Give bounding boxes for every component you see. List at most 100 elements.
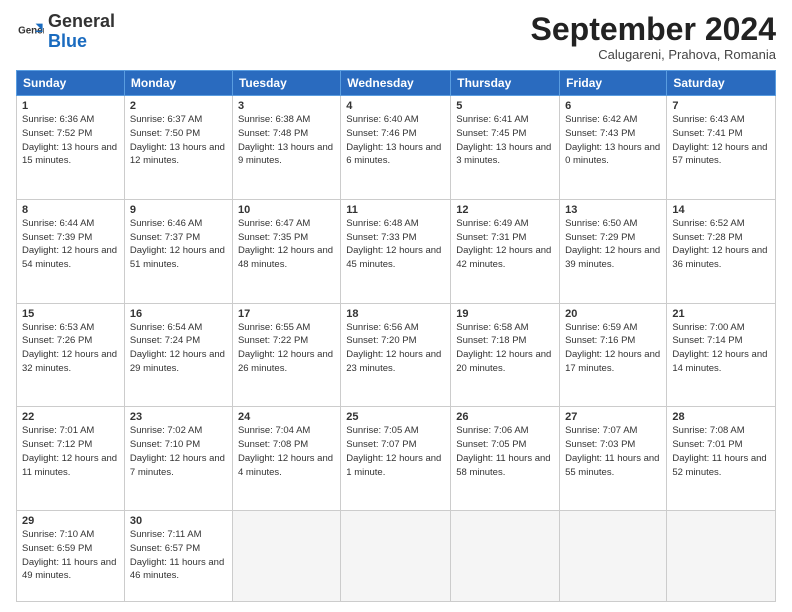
daylight-text: Daylight: 12 hours and 1 minute. (346, 452, 445, 480)
sunrise-text: Sunrise: 6:56 AM (346, 321, 445, 335)
day-info: Sunrise: 7:01 AMSunset: 7:12 PMDaylight:… (22, 424, 119, 479)
day-number: 16 (130, 308, 227, 320)
day-number: 4 (346, 100, 445, 112)
day-number: 9 (130, 204, 227, 216)
sunrise-text: Sunrise: 6:55 AM (238, 321, 335, 335)
day-info: Sunrise: 6:54 AMSunset: 7:24 PMDaylight:… (130, 321, 227, 376)
day-number: 14 (672, 204, 770, 216)
calendar-cell: 13Sunrise: 6:50 AMSunset: 7:29 PMDayligh… (560, 199, 667, 303)
weekday-sunday: Sunday (17, 71, 125, 96)
day-info: Sunrise: 7:11 AMSunset: 6:57 PMDaylight:… (130, 528, 227, 583)
day-number: 10 (238, 204, 335, 216)
calendar-cell: 27Sunrise: 7:07 AMSunset: 7:03 PMDayligh… (560, 407, 667, 511)
day-number: 15 (22, 308, 119, 320)
calendar-cell: 20Sunrise: 6:59 AMSunset: 7:16 PMDayligh… (560, 303, 667, 407)
calendar-cell: 1Sunrise: 6:36 AMSunset: 7:52 PMDaylight… (17, 96, 125, 200)
day-number: 21 (672, 308, 770, 320)
day-number: 29 (22, 515, 119, 527)
day-info: Sunrise: 6:46 AMSunset: 7:37 PMDaylight:… (130, 217, 227, 272)
day-number: 26 (456, 411, 554, 423)
calendar-cell: 14Sunrise: 6:52 AMSunset: 7:28 PMDayligh… (667, 199, 776, 303)
sunset-text: Sunset: 7:01 PM (672, 438, 770, 452)
day-info: Sunrise: 6:58 AMSunset: 7:18 PMDaylight:… (456, 321, 554, 376)
day-info: Sunrise: 6:40 AMSunset: 7:46 PMDaylight:… (346, 113, 445, 168)
day-number: 22 (22, 411, 119, 423)
sunset-text: Sunset: 7:03 PM (565, 438, 661, 452)
day-number: 28 (672, 411, 770, 423)
sunrise-text: Sunrise: 6:46 AM (130, 217, 227, 231)
day-number: 20 (565, 308, 661, 320)
sunrise-text: Sunrise: 6:53 AM (22, 321, 119, 335)
calendar-cell: 6Sunrise: 6:42 AMSunset: 7:43 PMDaylight… (560, 96, 667, 200)
daylight-text: Daylight: 12 hours and 11 minutes. (22, 452, 119, 480)
daylight-text: Daylight: 12 hours and 17 minutes. (565, 348, 661, 376)
week-row-1: 1Sunrise: 6:36 AMSunset: 7:52 PMDaylight… (17, 96, 776, 200)
daylight-text: Daylight: 12 hours and 45 minutes. (346, 244, 445, 272)
sunset-text: Sunset: 7:20 PM (346, 334, 445, 348)
calendar-table: SundayMondayTuesdayWednesdayThursdayFrid… (16, 70, 776, 602)
calendar-cell: 18Sunrise: 6:56 AMSunset: 7:20 PMDayligh… (341, 303, 451, 407)
sunrise-text: Sunrise: 6:42 AM (565, 113, 661, 127)
day-info: Sunrise: 7:07 AMSunset: 7:03 PMDaylight:… (565, 424, 661, 479)
day-info: Sunrise: 7:10 AMSunset: 6:59 PMDaylight:… (22, 528, 119, 583)
day-number: 30 (130, 515, 227, 527)
calendar-cell: 4Sunrise: 6:40 AMSunset: 7:46 PMDaylight… (341, 96, 451, 200)
day-info: Sunrise: 6:36 AMSunset: 7:52 PMDaylight:… (22, 113, 119, 168)
sunset-text: Sunset: 7:07 PM (346, 438, 445, 452)
title-area: September 2024 Calugareni, Prahova, Roma… (531, 12, 776, 62)
day-info: Sunrise: 6:50 AMSunset: 7:29 PMDaylight:… (565, 217, 661, 272)
day-info: Sunrise: 6:38 AMSunset: 7:48 PMDaylight:… (238, 113, 335, 168)
calendar-cell: 26Sunrise: 7:06 AMSunset: 7:05 PMDayligh… (451, 407, 560, 511)
day-info: Sunrise: 6:47 AMSunset: 7:35 PMDaylight:… (238, 217, 335, 272)
week-row-5: 29Sunrise: 7:10 AMSunset: 6:59 PMDayligh… (17, 511, 776, 602)
calendar-cell: 28Sunrise: 7:08 AMSunset: 7:01 PMDayligh… (667, 407, 776, 511)
sunset-text: Sunset: 7:28 PM (672, 231, 770, 245)
day-info: Sunrise: 6:42 AMSunset: 7:43 PMDaylight:… (565, 113, 661, 168)
sunrise-text: Sunrise: 7:06 AM (456, 424, 554, 438)
daylight-text: Daylight: 13 hours and 9 minutes. (238, 141, 335, 169)
sunrise-text: Sunrise: 6:43 AM (672, 113, 770, 127)
sunset-text: Sunset: 6:59 PM (22, 542, 119, 556)
day-number: 6 (565, 100, 661, 112)
daylight-text: Daylight: 12 hours and 14 minutes. (672, 348, 770, 376)
day-info: Sunrise: 7:02 AMSunset: 7:10 PMDaylight:… (130, 424, 227, 479)
daylight-text: Daylight: 12 hours and 42 minutes. (456, 244, 554, 272)
sunrise-text: Sunrise: 7:01 AM (22, 424, 119, 438)
week-row-2: 8Sunrise: 6:44 AMSunset: 7:39 PMDaylight… (17, 199, 776, 303)
page: General General Blue September 2024 Calu… (0, 0, 792, 612)
daylight-text: Daylight: 12 hours and 7 minutes. (130, 452, 227, 480)
weekday-header-row: SundayMondayTuesdayWednesdayThursdayFrid… (17, 71, 776, 96)
day-number: 23 (130, 411, 227, 423)
sunrise-text: Sunrise: 6:59 AM (565, 321, 661, 335)
sunrise-text: Sunrise: 6:38 AM (238, 113, 335, 127)
day-number: 12 (456, 204, 554, 216)
sunrise-text: Sunrise: 6:37 AM (130, 113, 227, 127)
sunrise-text: Sunrise: 6:36 AM (22, 113, 119, 127)
day-number: 3 (238, 100, 335, 112)
day-number: 19 (456, 308, 554, 320)
sunset-text: Sunset: 7:48 PM (238, 127, 335, 141)
day-info: Sunrise: 7:08 AMSunset: 7:01 PMDaylight:… (672, 424, 770, 479)
calendar-cell: 5Sunrise: 6:41 AMSunset: 7:45 PMDaylight… (451, 96, 560, 200)
day-info: Sunrise: 7:05 AMSunset: 7:07 PMDaylight:… (346, 424, 445, 479)
weekday-friday: Friday (560, 71, 667, 96)
calendar-cell: 19Sunrise: 6:58 AMSunset: 7:18 PMDayligh… (451, 303, 560, 407)
sunrise-text: Sunrise: 6:54 AM (130, 321, 227, 335)
sunset-text: Sunset: 7:29 PM (565, 231, 661, 245)
day-number: 24 (238, 411, 335, 423)
sunset-text: Sunset: 7:41 PM (672, 127, 770, 141)
sunset-text: Sunset: 7:33 PM (346, 231, 445, 245)
header: General General Blue September 2024 Calu… (16, 12, 776, 62)
day-number: 17 (238, 308, 335, 320)
logo-blue: Blue (48, 32, 115, 52)
sunset-text: Sunset: 7:43 PM (565, 127, 661, 141)
sunset-text: Sunset: 7:26 PM (22, 334, 119, 348)
day-info: Sunrise: 6:37 AMSunset: 7:50 PMDaylight:… (130, 113, 227, 168)
logo-icon: General (16, 18, 44, 46)
sunrise-text: Sunrise: 6:44 AM (22, 217, 119, 231)
sunset-text: Sunset: 7:31 PM (456, 231, 554, 245)
daylight-text: Daylight: 11 hours and 58 minutes. (456, 452, 554, 480)
sunset-text: Sunset: 7:18 PM (456, 334, 554, 348)
week-row-3: 15Sunrise: 6:53 AMSunset: 7:26 PM Dayligh… (17, 303, 776, 407)
sunrise-text: Sunrise: 7:05 AM (346, 424, 445, 438)
